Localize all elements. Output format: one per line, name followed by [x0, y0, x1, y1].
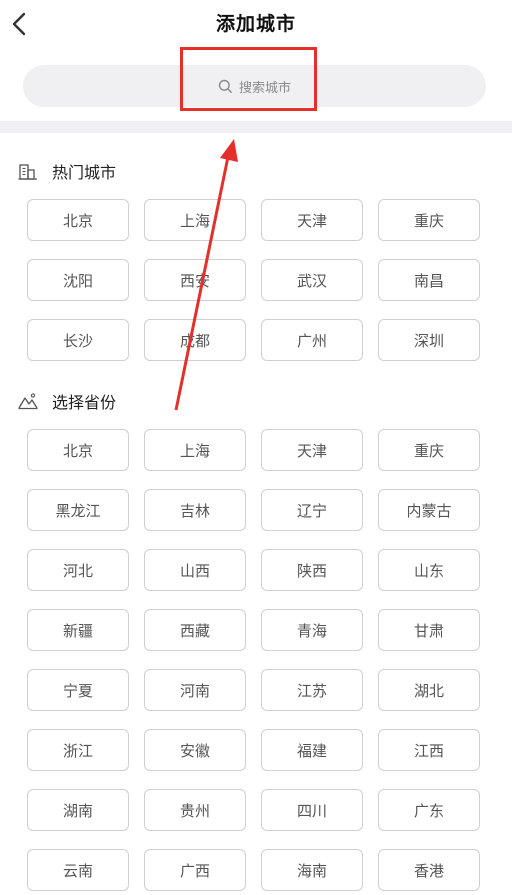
province-chip[interactable]: 河南 [144, 669, 246, 711]
province-chip[interactable]: 云南 [27, 849, 129, 891]
hot-city-chip[interactable]: 沈阳 [27, 259, 129, 301]
province-chip[interactable]: 广西 [144, 849, 246, 891]
province-chip[interactable]: 海南 [261, 849, 363, 891]
hot-city-chip[interactable]: 西安 [144, 259, 246, 301]
hot-city-chip[interactable]: 成都 [144, 319, 246, 361]
province-chip[interactable]: 辽宁 [261, 489, 363, 531]
hot-city-chip[interactable]: 南昌 [378, 259, 480, 301]
buildings-icon [18, 161, 40, 181]
province-chip[interactable]: 山东 [378, 549, 480, 591]
province-chip[interactable]: 内蒙古 [378, 489, 480, 531]
province-chip[interactable]: 陕西 [261, 549, 363, 591]
province-chip[interactable]: 湖南 [27, 789, 129, 831]
province-chip[interactable]: 吉林 [144, 489, 246, 531]
province-chip[interactable]: 湖北 [378, 669, 480, 711]
province-chip[interactable]: 重庆 [378, 429, 480, 471]
hot-city-chip[interactable]: 武汉 [261, 259, 363, 301]
header-bar: 添加城市 [0, 0, 512, 50]
hot-cities-grid: 北京 上海 天津 重庆沈阳 西安 武汉 南昌长沙 成都 广州 深圳 [27, 199, 480, 361]
province-chip[interactable]: 天津 [261, 429, 363, 471]
section-title-hot-cities: 热门城市 [52, 163, 117, 182]
province-chip[interactable]: 河北 [27, 549, 129, 591]
mountains-icon [18, 391, 40, 411]
province-chip[interactable]: 江西 [378, 729, 480, 771]
province-chip[interactable]: 青海 [261, 609, 363, 651]
province-chip[interactable]: 广东 [378, 789, 480, 831]
province-chip[interactable]: 浙江 [27, 729, 129, 771]
province-chip[interactable]: 新疆 [27, 609, 129, 651]
search-placeholder: 搜索城市 [238, 80, 291, 96]
province-chip[interactable]: 香港 [378, 849, 480, 891]
province-chip[interactable]: 江苏 [261, 669, 363, 711]
hot-city-chip[interactable]: 上海 [144, 199, 246, 241]
hot-city-chip[interactable]: 广州 [261, 319, 363, 361]
section-title-provinces: 选择省份 [52, 393, 117, 412]
province-chip[interactable]: 安徽 [144, 729, 246, 771]
province-chip[interactable]: 甘肃 [378, 609, 480, 651]
province-chip[interactable]: 西藏 [144, 609, 246, 651]
province-chip[interactable]: 福建 [261, 729, 363, 771]
hot-city-chip[interactable]: 深圳 [378, 319, 480, 361]
provinces-header: 选择省份 [18, 389, 116, 413]
provinces-grid: 北京 上海 天津 重庆黑龙江 吉林 辽宁 内蒙古河北 山西 陕西 山东新疆 西藏 青海 甘肃宁夏 河南 江苏… [27, 429, 480, 891]
search-input[interactable]: 搜索城市 [23, 65, 486, 107]
page-title: 添加城市 [215, 13, 296, 35]
province-chip[interactable]: 黑龙江 [27, 489, 129, 531]
hot-city-chip[interactable]: 长沙 [27, 319, 129, 361]
province-chip[interactable]: 北京 [27, 429, 129, 471]
province-chip[interactable]: 四川 [261, 789, 363, 831]
hot-city-chip[interactable]: 天津 [261, 199, 363, 241]
province-chip[interactable]: 宁夏 [27, 669, 129, 711]
search-icon [218, 79, 233, 94]
hot-cities-header: 热门城市 [18, 159, 116, 183]
hot-city-chip[interactable]: 北京 [27, 199, 129, 241]
province-chip[interactable]: 山西 [144, 549, 246, 591]
province-chip[interactable]: 贵州 [144, 789, 246, 831]
province-chip[interactable]: 上海 [144, 429, 246, 471]
section-divider [0, 121, 512, 133]
add-city-page: 添加城市 搜索城市 热门城市 北京 上海 天津 重庆 沈阳 西安 武汉 南昌 长沙 成都 广州 深圳 [0, 0, 512, 895]
hot-city-chip[interactable]: 重庆 [378, 199, 480, 241]
